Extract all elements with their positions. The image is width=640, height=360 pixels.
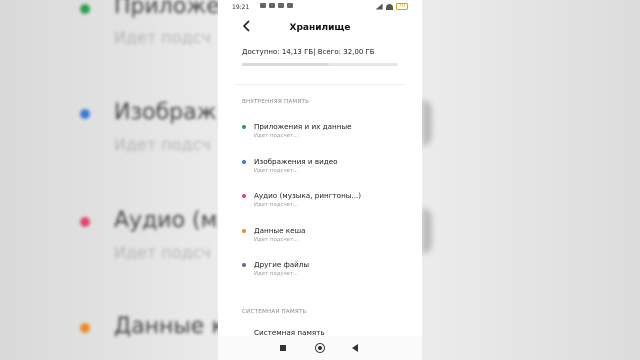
bg-blob (422, 100, 432, 146)
bg-title: Аудио (м (114, 208, 218, 233)
notification-icon (287, 3, 293, 8)
status-bar: 19:21 70 (218, 0, 422, 14)
item-subtitle: Идет подсчет... (254, 271, 299, 277)
battery-icon: 70 (395, 3, 408, 10)
notification-icons (260, 3, 293, 8)
bg-dot (80, 4, 90, 14)
item-subtitle: Идет подсчет... (254, 202, 299, 208)
page-title: Хранилище (289, 23, 351, 33)
category-dot (242, 194, 246, 198)
bg-subtitle: Идет подсч (114, 135, 211, 154)
status-time: 19:21 (232, 4, 250, 11)
storage-progress-fill (242, 63, 330, 66)
bg-title: Приложе (114, 0, 218, 19)
item-subtitle: Идет подсчет... (254, 168, 299, 174)
storage-progress-bar (242, 63, 398, 66)
category-dot (242, 125, 246, 129)
recents-icon[interactable] (280, 345, 286, 351)
home-icon-center (318, 346, 322, 350)
section-label-system: СИСТЕМНАЯ ПАМЯТЬ (242, 309, 307, 315)
notification-icon (269, 3, 275, 8)
item-label: Приложения и их данные (254, 122, 352, 131)
bg-dot (80, 323, 90, 333)
item-subtitle: Идет подсчет... (254, 237, 299, 243)
bg-blob (422, 208, 432, 254)
bg-subtitle: Идет подсч (114, 243, 211, 262)
bg-dot (80, 109, 90, 119)
signal-icon (375, 3, 383, 10)
category-dot (242, 229, 246, 233)
category-dot (242, 263, 246, 267)
storage-summary: Доступно: 14,13 ГБ| Всего: 32,00 ГБ (242, 48, 375, 56)
item-label: Аудио (музыка, рингтоны...) (254, 191, 362, 200)
item-label: Другие файлы (254, 260, 310, 269)
item-label: Изображения и видео (254, 157, 338, 166)
background-left: Приложе Идет подсч Изображ Идет подсч Ау… (0, 0, 218, 360)
bg-title: Данные к (114, 314, 218, 339)
phone-screen: 19:21 70 Хранилище Доступно: 14,13 ГБ| В… (218, 0, 422, 360)
category-dot (242, 160, 246, 164)
list-item-other-files[interactable]: Другие файлы Идет подсчет... (218, 257, 422, 287)
item-label: Данные кеша (254, 226, 306, 235)
item-subtitle: Идет подсчет... (254, 133, 299, 139)
nav-back-icon[interactable] (352, 344, 358, 352)
list-item-images[interactable]: Изображения и видео Идет подсчет... (218, 154, 422, 184)
bg-title: Изображ (114, 100, 217, 125)
header: Хранилище (218, 14, 422, 42)
notification-icon (278, 3, 284, 8)
notification-icon (260, 3, 266, 8)
home-icon[interactable] (315, 343, 325, 353)
divider (236, 84, 404, 85)
section-label-internal: ВНУТРЕННЯЯ ПАМЯТЬ (242, 99, 310, 105)
wifi-icon (385, 3, 393, 10)
list-item-apps[interactable]: Приложения и их данные Идет подсчет... (218, 119, 422, 149)
list-item-cache[interactable]: Данные кеша Идет подсчет... (218, 223, 422, 253)
status-right: 70 (375, 3, 408, 10)
background-right (422, 0, 640, 360)
list-item-audio[interactable]: Аудио (музыка, рингтоны...) Идет подсчет… (218, 188, 422, 218)
bg-subtitle: Идет подсч (114, 28, 211, 47)
bg-dot (80, 217, 90, 227)
navigation-bar (218, 336, 422, 360)
